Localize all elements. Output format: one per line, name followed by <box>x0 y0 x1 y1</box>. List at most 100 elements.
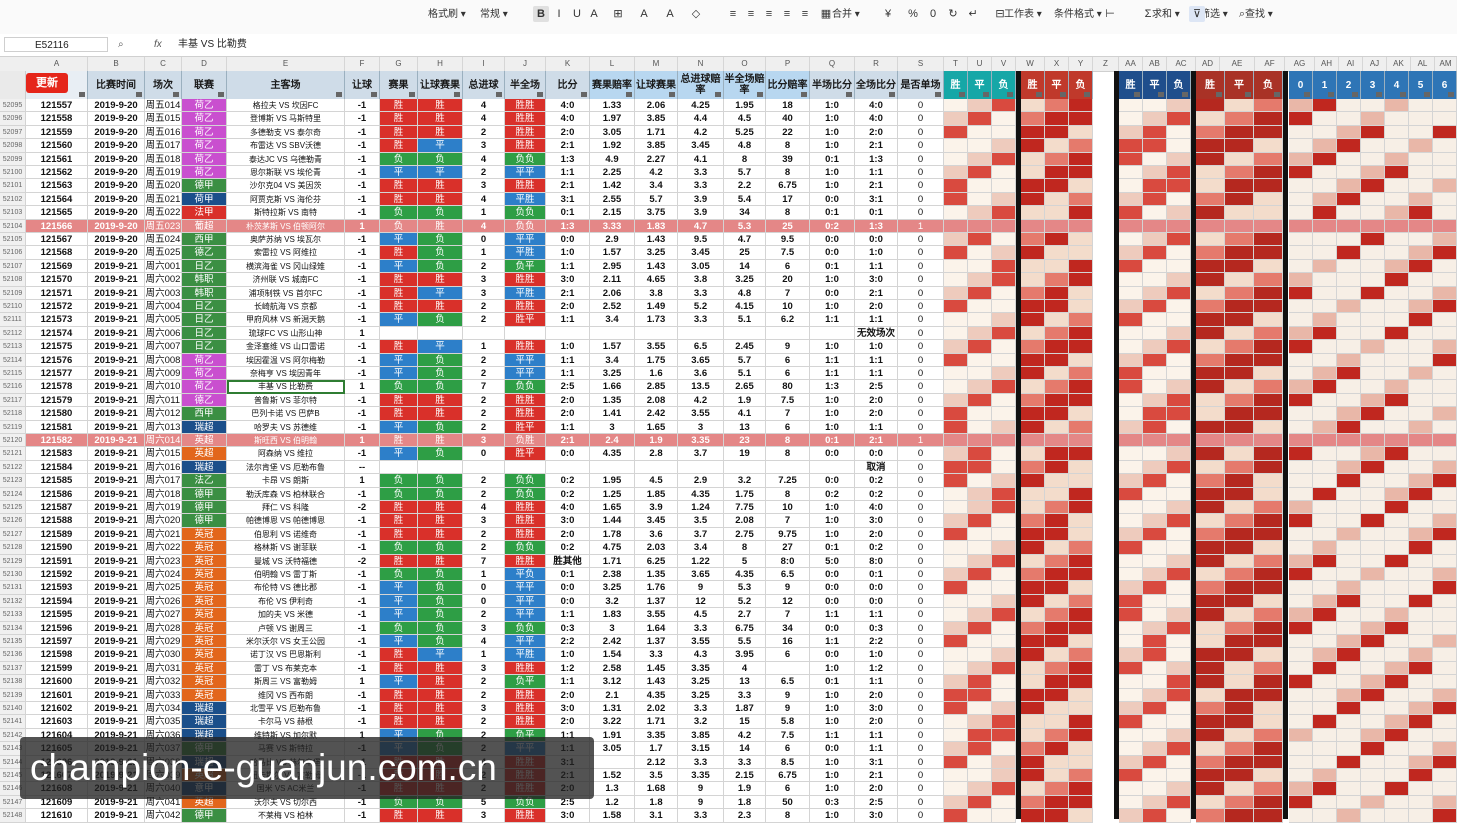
odds-heat-cell[interactable] <box>1289 742 1313 756</box>
cell-lg[interactable]: 英冠 <box>182 527 227 542</box>
cell-hs[interactable]: 1:0 <box>810 782 855 796</box>
odds-heat-cell[interactable] <box>1143 635 1167 649</box>
cell-o5[interactable]: 7 <box>766 286 810 300</box>
odds-heat-cell[interactable] <box>1167 166 1191 180</box>
cell-single[interactable]: 0 <box>898 206 944 220</box>
odds-heat-cell[interactable] <box>1069 447 1093 461</box>
odds-heat-cell[interactable] <box>1337 447 1361 461</box>
cell-sc[interactable]: 0:3 <box>546 621 590 635</box>
odds-heat-cell[interactable] <box>1167 273 1191 287</box>
cell-match[interactable]: 诺丁汉 VS 巴恩斯利 <box>227 648 345 662</box>
column-letter[interactable]: L <box>590 57 635 71</box>
cell-fs[interactable]: 4:0 <box>855 501 898 515</box>
cell-num[interactable]: 周六026 <box>145 594 182 609</box>
ribbon-button-icon[interactable]: ≡ <box>743 6 759 22</box>
cell-o2[interactable]: 3.85 <box>635 112 678 126</box>
odds-heat-cell[interactable] <box>1069 648 1093 662</box>
cell-lg[interactable]: 瑞超 <box>182 702 227 716</box>
odds-heat-cell[interactable] <box>1313 434 1337 448</box>
odds-heat-cell[interactable] <box>968 179 992 193</box>
odds-heat-cell[interactable] <box>1021 581 1045 595</box>
odds-heat-cell[interactable] <box>1289 460 1313 475</box>
odds-heat-cell[interactable] <box>1433 581 1457 595</box>
cell-num[interactable]: 周六015 <box>145 447 182 461</box>
row-number[interactable]: 52097 <box>0 125 26 140</box>
odds-heat-cell[interactable] <box>1313 393 1337 408</box>
odds-heat-cell[interactable] <box>1167 125 1191 140</box>
cell-tg[interactable]: 4 <box>463 99 505 113</box>
cell-ht[interactable]: 胜胜 <box>505 139 546 153</box>
cell-match[interactable]: 奥萨苏纳 VS 埃瓦尔 <box>227 233 345 247</box>
odds-heat-cell[interactable] <box>1196 380 1225 394</box>
cell-o4[interactable]: 3.25 <box>724 273 766 287</box>
odds-heat-cell[interactable] <box>968 407 992 421</box>
odds-heat-cell[interactable] <box>968 206 992 220</box>
column-letter[interactable]: Q <box>810 57 855 71</box>
column-letter[interactable]: Z <box>1093 57 1119 71</box>
cell-r[interactable]: 负 <box>380 568 418 582</box>
ribbon-button-icon[interactable]: ≡ <box>761 6 777 22</box>
odds-heat-cell[interactable] <box>992 608 1016 622</box>
cell-single[interactable]: 0 <box>898 795 944 810</box>
column-letter[interactable]: AG <box>1285 57 1315 71</box>
cell-match[interactable]: 米尔沃尔 VS 女王公园 <box>227 635 345 649</box>
odds-heat-cell[interactable] <box>1409 273 1433 287</box>
odds-heat-cell[interactable] <box>1433 313 1457 327</box>
odds-heat-cell[interactable] <box>1045 99 1069 113</box>
cell-o1[interactable]: 2.11 <box>590 273 635 287</box>
cell-r[interactable]: 负 <box>380 380 418 394</box>
odds-heat-cell[interactable] <box>1289 474 1313 488</box>
ribbon-button-icon[interactable]: A <box>662 6 678 22</box>
odds-heat-cell[interactable] <box>968 139 992 153</box>
odds-heat-cell[interactable] <box>992 554 1016 568</box>
odds-heat-cell[interactable] <box>1196 152 1225 166</box>
row-number[interactable]: 52138 <box>0 675 26 689</box>
cell-o5[interactable]: 6 <box>766 420 810 434</box>
cell-fs[interactable]: 0:1 <box>855 206 898 220</box>
odds-heat-cell[interactable] <box>1313 755 1337 769</box>
cell-o5[interactable]: 8:0 <box>766 554 810 568</box>
odds-heat-cell[interactable] <box>1069 246 1093 260</box>
table-row[interactable]: 52137 121599 2019-9-21 周六031 英冠 雷丁 VS 布莱克本 -1 胜… <box>0 661 1457 676</box>
cell-match[interactable]: 雷丁 VS 布莱克本 <box>227 661 345 676</box>
odds-heat-cell[interactable] <box>1167 501 1191 515</box>
cell-ht[interactable]: 平胜 <box>505 648 546 662</box>
cell-tg[interactable]: 7 <box>463 380 505 394</box>
cell-ht[interactable]: 平平 <box>505 367 546 381</box>
cell-r[interactable]: 胜 <box>380 661 418 676</box>
odds-heat-cell[interactable] <box>1409 233 1433 247</box>
cell-single[interactable]: 1 <box>898 219 944 233</box>
cell-match[interactable]: 阿森纳 VS 维拉 <box>227 447 345 461</box>
cell-r[interactable]: 负 <box>380 474 418 488</box>
cell-num[interactable]: 周六021 <box>145 527 182 542</box>
row-number[interactable]: 52102 <box>0 192 26 207</box>
odds-heat-cell[interactable] <box>1167 393 1191 408</box>
odds-heat-cell[interactable] <box>1254 581 1283 595</box>
cell-lg[interactable]: 葡超 <box>182 219 227 233</box>
odds-heat-cell[interactable] <box>968 393 992 408</box>
cell-single[interactable]: 0 <box>898 326 944 341</box>
cell-o2[interactable]: 3.8 <box>635 286 678 300</box>
odds-heat-cell[interactable] <box>1143 782 1167 796</box>
cell-sc[interactable]: 0:0 <box>546 594 590 609</box>
odds-heat-cell[interactable] <box>1069 192 1093 207</box>
cell-o2[interactable]: 3.35 <box>635 728 678 743</box>
cell-lg[interactable]: 英冠 <box>182 635 227 649</box>
cell-o3[interactable]: 3.3 <box>678 755 724 769</box>
cell-tg[interactable]: 7 <box>463 554 505 568</box>
odds-heat-cell[interactable] <box>1409 313 1433 327</box>
odds-heat-cell[interactable] <box>1143 447 1167 461</box>
cell-hc[interactable]: -1 <box>345 661 380 676</box>
cell-num[interactable]: 周六001 <box>145 259 182 274</box>
cell-hs[interactable]: 0:1 <box>810 259 855 274</box>
cell-ht[interactable]: 胜胜 <box>505 340 546 354</box>
odds-heat-cell[interactable] <box>1409 393 1433 408</box>
odds-heat-cell[interactable] <box>1021 192 1045 207</box>
odds-heat-cell[interactable] <box>944 286 968 300</box>
odds-heat-cell[interactable] <box>1143 527 1167 542</box>
cell-tg[interactable]: 2 <box>463 487 505 501</box>
odds-heat-cell[interactable] <box>992 501 1016 515</box>
cell-num[interactable]: 周六025 <box>145 581 182 595</box>
odds-heat-cell[interactable] <box>1289 192 1313 207</box>
cell-hc[interactable]: 1 <box>345 380 380 394</box>
